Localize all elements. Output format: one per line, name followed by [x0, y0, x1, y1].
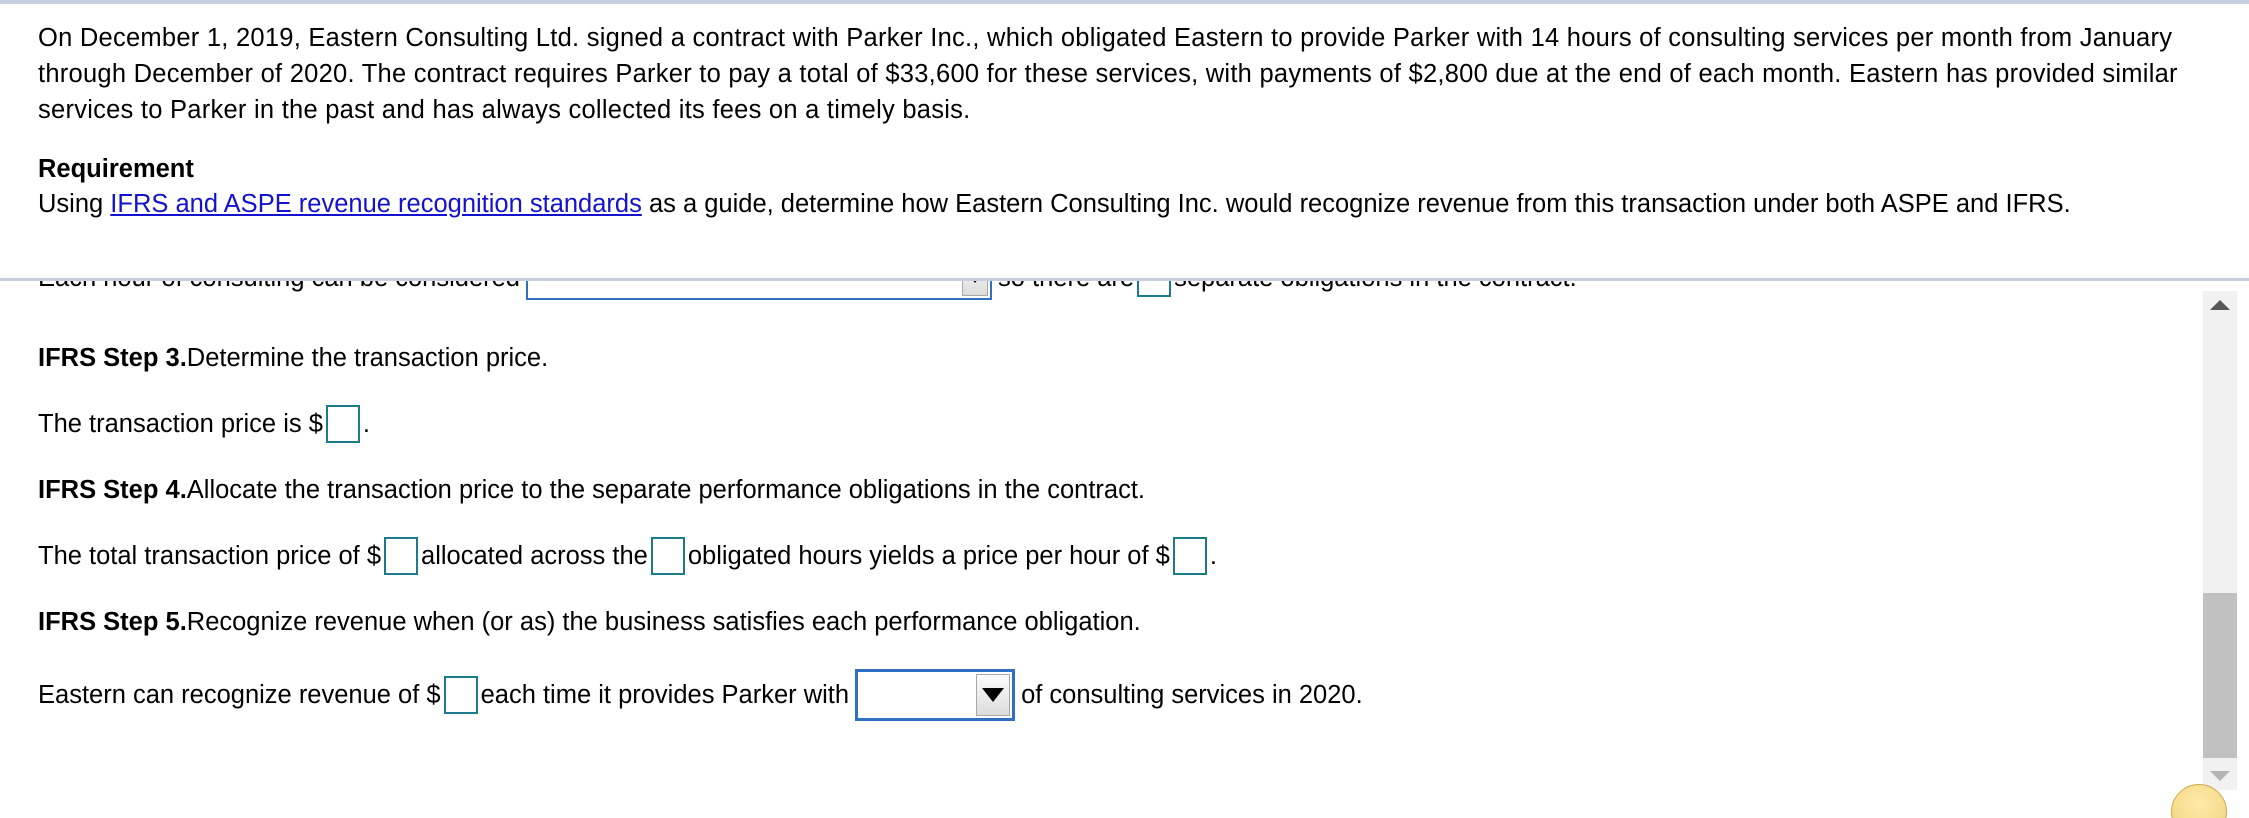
scrollbar-thumb[interactable] — [2203, 593, 2237, 758]
problem-statement-pane: On December 1, 2019, Eastern Consulting … — [0, 4, 2249, 278]
step4-label: IFRS Step 4. — [38, 476, 187, 504]
transaction-price-prefix: The transaction price is $ — [38, 410, 323, 438]
requirement-suffix: as a guide, determine how Eastern Consul… — [641, 190, 2071, 218]
obligation-type-dropdown[interactable] — [526, 281, 992, 300]
step3-heading: IFRS Step 3. Determine the transaction p… — [38, 341, 2142, 375]
step5-answer-line: Eastern can recognize revenue of $ each … — [38, 669, 2142, 721]
problem-statement-text: On December 1, 2019, Eastern Consulting … — [38, 24, 2178, 124]
requirement-text: Using IFRS and ASPE revenue recognition … — [38, 186, 2178, 222]
step3-answer-line: The transaction price is $ . — [38, 405, 2142, 443]
step2-conclusion-line: Each hour of consulting can be considere… — [38, 281, 2142, 301]
service-period-dropdown[interactable] — [855, 669, 1016, 721]
exercise-window: On December 1, 2019, Eastern Consulting … — [0, 0, 2249, 818]
step5-label: IFRS Step 5. — [38, 608, 187, 636]
step4-sentence-a: The total transaction price of $ — [38, 542, 382, 570]
requirement-heading: Requirement — [38, 155, 194, 183]
step5-text: Recognize revenue when (or as) the busin… — [186, 608, 1141, 636]
transaction-price-suffix: . — [362, 410, 370, 438]
answer-worksheet-pane: Each hour of consulting can be considere… — [0, 278, 2249, 818]
chevron-down-icon — [976, 674, 1011, 716]
step2-suffix-text: separate obligations in the contract. — [1174, 281, 1577, 295]
price-per-hour-input[interactable] — [1172, 537, 1207, 575]
step3-text: Determine the transaction price. — [186, 344, 549, 372]
step4-answer-line: The total transaction price of $ allocat… — [38, 537, 2142, 575]
ifrs-aspe-standards-link[interactable]: IFRS and ASPE revenue recognition standa… — [110, 190, 642, 218]
total-transaction-price-input[interactable] — [384, 537, 419, 575]
step5-sentence-b: each time it provides Parker with — [480, 681, 850, 709]
revenue-amount-input[interactable] — [443, 676, 478, 714]
step5-sentence-c: of consulting services in 2020. — [1021, 681, 1363, 709]
chevron-down-icon — [962, 281, 988, 296]
scroll-up-arrow-icon[interactable] — [2203, 291, 2237, 319]
obligated-hours-input[interactable] — [650, 537, 685, 575]
step5-heading: IFRS Step 5. Recognize revenue when (or … — [38, 605, 2142, 639]
step4-heading: IFRS Step 4. Allocate the transaction pr… — [38, 473, 2142, 507]
requirement-prefix: Using — [38, 190, 111, 218]
step4-sentence-d: . — [1209, 542, 1217, 570]
step4-sentence-c: obligated hours yields a price per hour … — [687, 542, 1170, 570]
transaction-price-input[interactable] — [325, 405, 360, 443]
step3-label: IFRS Step 3. — [38, 344, 187, 372]
step2-prefix-text: Each hour of consulting can be considere… — [38, 281, 520, 295]
answer-worksheet-scroll-area: Each hour of consulting can be considere… — [0, 281, 2180, 818]
step2-middle-text: so there are — [998, 281, 1134, 295]
separate-obligations-count-input[interactable] — [1137, 281, 1172, 297]
step4-text: Allocate the transaction price to the se… — [186, 476, 1145, 504]
vertical-scrollbar[interactable] — [2202, 291, 2237, 790]
step4-sentence-b: allocated across the — [421, 542, 648, 570]
step5-sentence-a: Eastern can recognize revenue of $ — [38, 681, 441, 709]
